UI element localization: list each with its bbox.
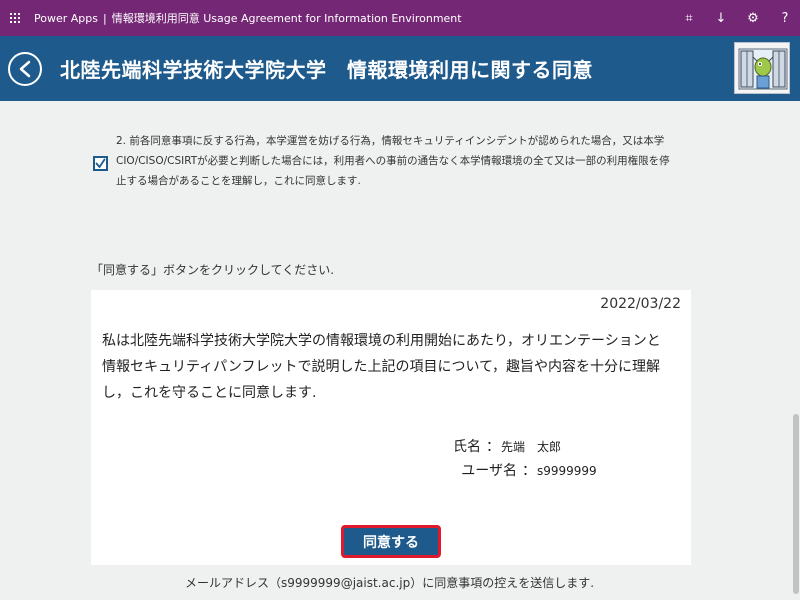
instruction-text: 「同意する」ボタンをクリックしてください.: [91, 263, 335, 277]
username-row: ユーザ名 ： s9999999: [453, 460, 597, 480]
help-icon[interactable]: ?: [778, 11, 792, 26]
username-value: s9999999: [537, 464, 597, 478]
chevron-left-icon: [19, 60, 31, 77]
settings-icon[interactable]: ⚙: [746, 11, 760, 26]
name-colon: ：: [486, 439, 500, 455]
app-header: 北陸先端科学技術大学院大学 情報環境利用に関する同意: [0, 36, 800, 101]
agree-button[interactable]: 同意する: [341, 525, 441, 558]
statement-line: 情報セキュリティパンフレットで説明した上記の項目について，趣旨や内容を十分に理解: [102, 359, 661, 375]
statement-line: し，これを守ることに同意します.: [102, 385, 317, 401]
app-title: 情報環境利用同意 Usage Agreement for Information…: [111, 12, 462, 25]
username-label: ユーザ名: [461, 463, 517, 479]
name-row: 氏名 ： 先端 太郎: [417, 436, 561, 456]
agreement-line: 止する場合があることを理解し，これに同意します.: [116, 175, 361, 187]
main-content: 2. 前各同意事項に反する行為，本学運営を妨げる行為，情報セキュリティインシデン…: [0, 101, 792, 600]
name-label: 氏名: [453, 439, 481, 455]
power-apps-topbar: Power Apps | 情報環境利用同意 Usage Agreement for …: [0, 0, 800, 36]
page-title: 北陸先端科学技術大学院大学 情報環境利用に関する同意: [60, 58, 593, 82]
username-colon: ：: [522, 463, 536, 479]
agreement-statement: 私は北陸先端科学技術大学院大学の情報環境の利用開始にあたり，オリエンテーションと…: [102, 328, 682, 406]
agreement-line: CIO/CISO/CSIRTが必要と判断した場合には，利用者への事前の通告なく本…: [116, 155, 670, 167]
app-name: Power Apps: [34, 12, 98, 25]
app-title-bar: Power Apps | 情報環境利用同意 Usage Agreement for …: [34, 10, 462, 26]
vertical-scrollbar[interactable]: [792, 101, 800, 600]
agreement-checkbox[interactable]: [93, 156, 108, 171]
topbar-actions: ⌗ ↓ ⚙ ?: [682, 0, 792, 36]
agreement-clause-text: 2. 前各同意事項に反する行為，本学運営を妨げる行為，情報セキュリティインシデン…: [116, 131, 696, 191]
app-launcher-waffle-icon[interactable]: [0, 0, 30, 36]
checkmark-icon: [95, 158, 106, 168]
university-mascot-logo: [734, 42, 790, 94]
download-icon[interactable]: ↓: [714, 11, 728, 26]
agreement-line: 2. 前各同意事項に反する行為，本学運営を妨げる行為，情報セキュリティインシデン…: [116, 135, 665, 147]
back-button[interactable]: [8, 51, 42, 86]
agreement-card: 2022/03/22 私は北陸先端科学技術大学院大学の情報環境の利用開始にあたり…: [91, 290, 691, 565]
name-value: 先端 太郎: [501, 440, 562, 454]
email-notice: メールアドレス（s9999999@jaist.ac.jp）に同意事項の控えを送信…: [185, 576, 595, 590]
title-separator: |: [102, 12, 107, 25]
agreement-date: 2022/03/22: [600, 296, 681, 312]
scrollbar-thumb[interactable]: [793, 414, 799, 594]
statement-line: 私は北陸先端科学技術大学院大学の情報環境の利用開始にあたり，オリエンテーションと: [102, 333, 661, 349]
fit-screen-icon[interactable]: ⌗: [682, 11, 696, 26]
